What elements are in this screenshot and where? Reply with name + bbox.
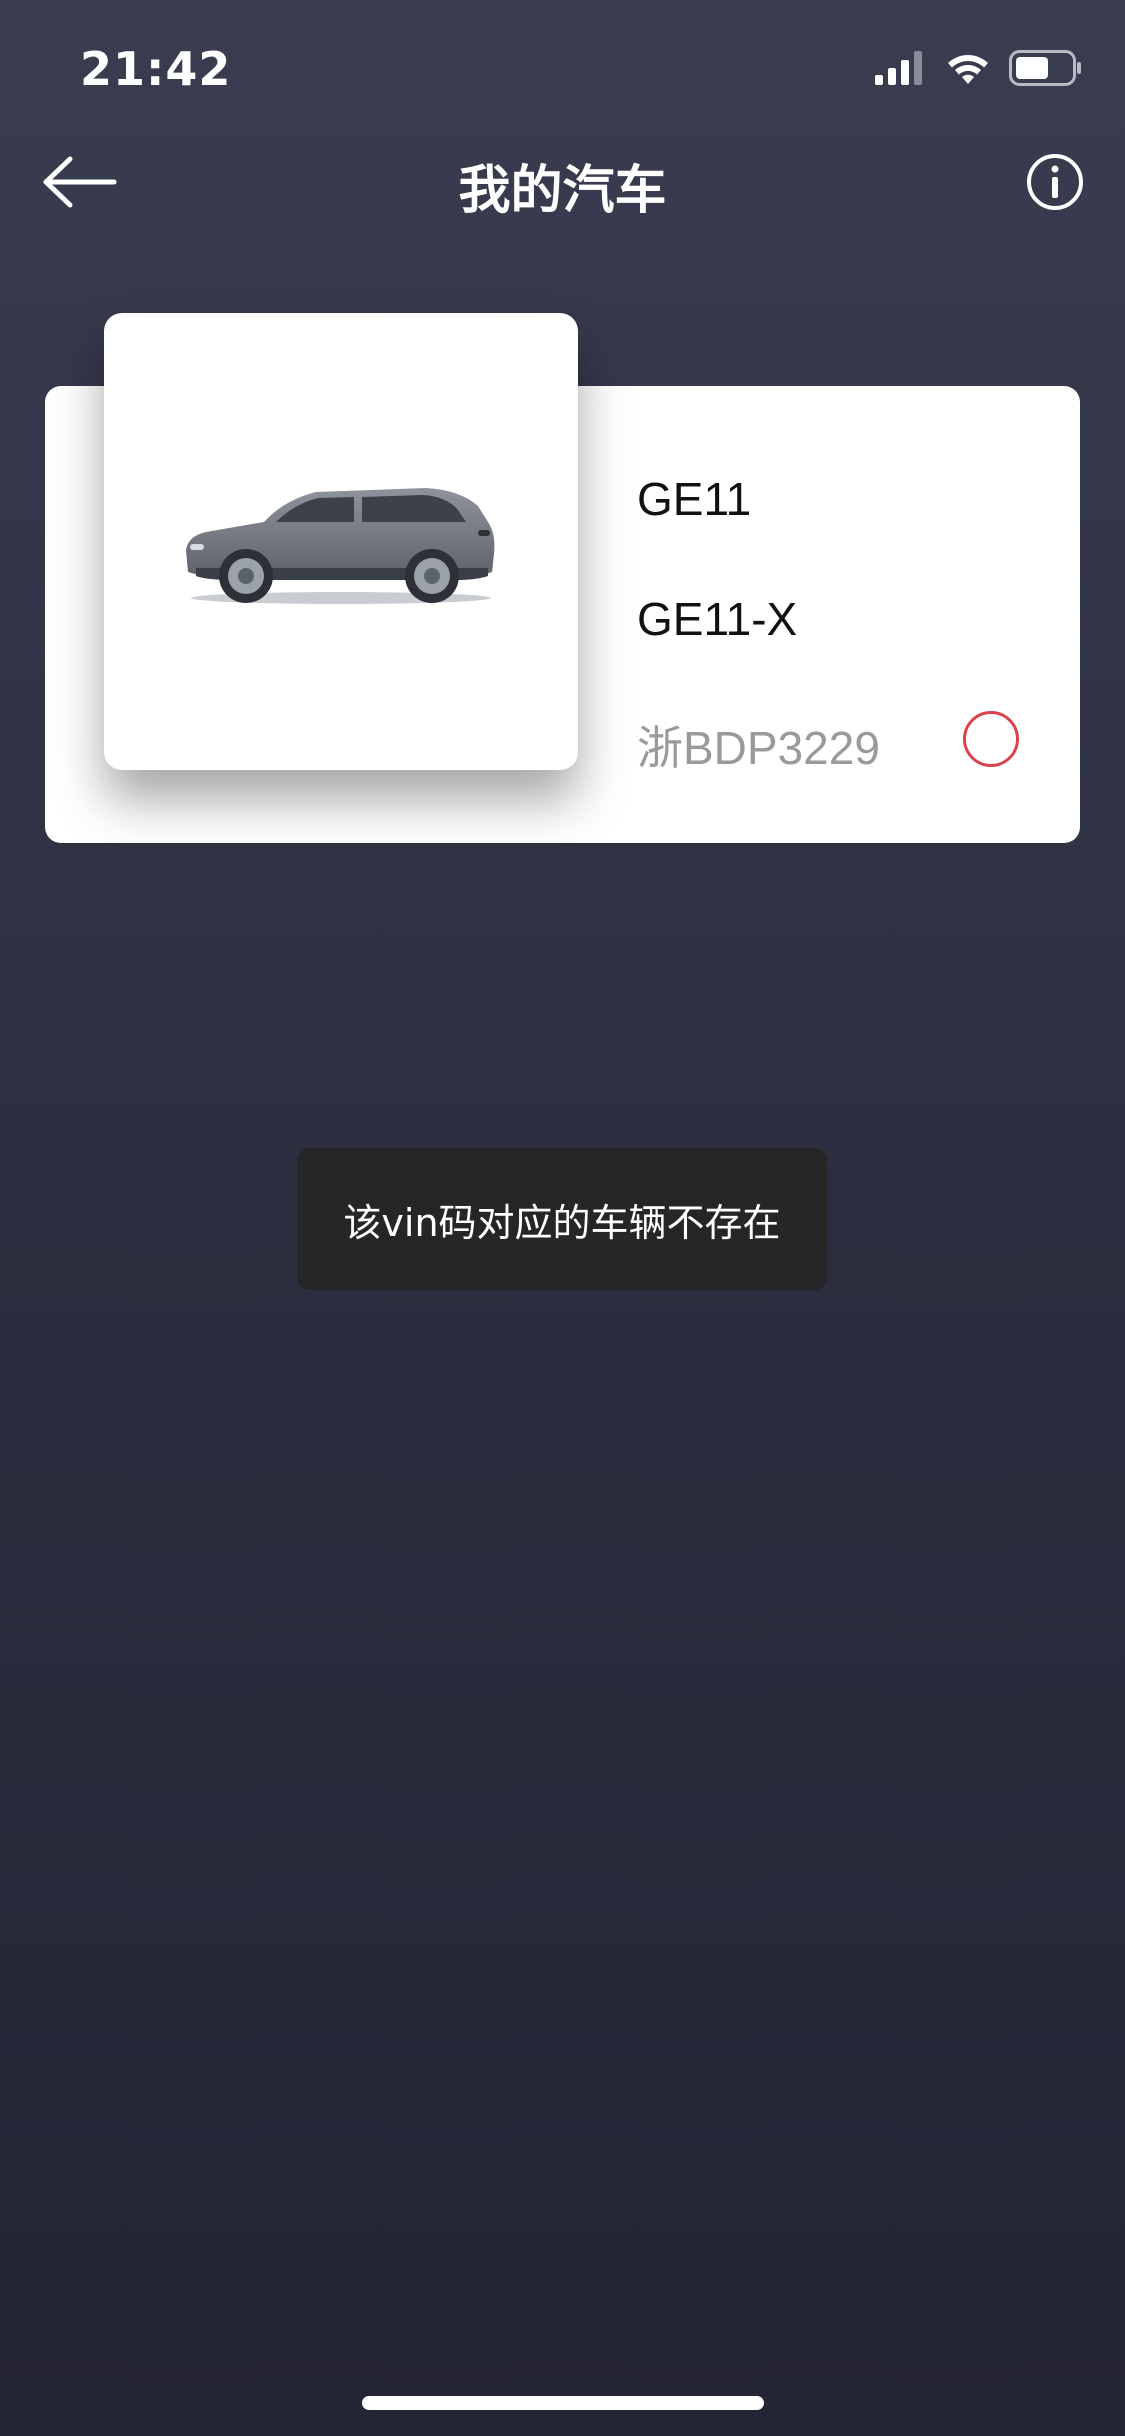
home-indicator[interactable] [362, 2396, 764, 2410]
status-bar: 21:42 [0, 0, 1125, 132]
info-icon [1027, 154, 1083, 210]
car-plate: 浙BDP3229 [637, 722, 880, 774]
suv-car-icon [186, 487, 495, 604]
signal-icon [875, 51, 922, 85]
nav-bar: 我的汽车 [0, 132, 1125, 232]
car-variant: GE11-X [637, 593, 798, 645]
car-model: GE11 [637, 473, 752, 525]
wifi-icon [948, 55, 988, 84]
toast-message: 该vin码对应的车辆不存在 [297, 1148, 827, 1290]
status-icons [875, 50, 1083, 86]
status-time: 21:42 [80, 42, 232, 96]
battery-icon [1009, 50, 1081, 86]
car-image-container [104, 313, 578, 770]
page-title: 我的汽车 [458, 161, 667, 221]
select-car-radio[interactable] [963, 711, 1019, 767]
info-button[interactable] [1025, 152, 1085, 212]
